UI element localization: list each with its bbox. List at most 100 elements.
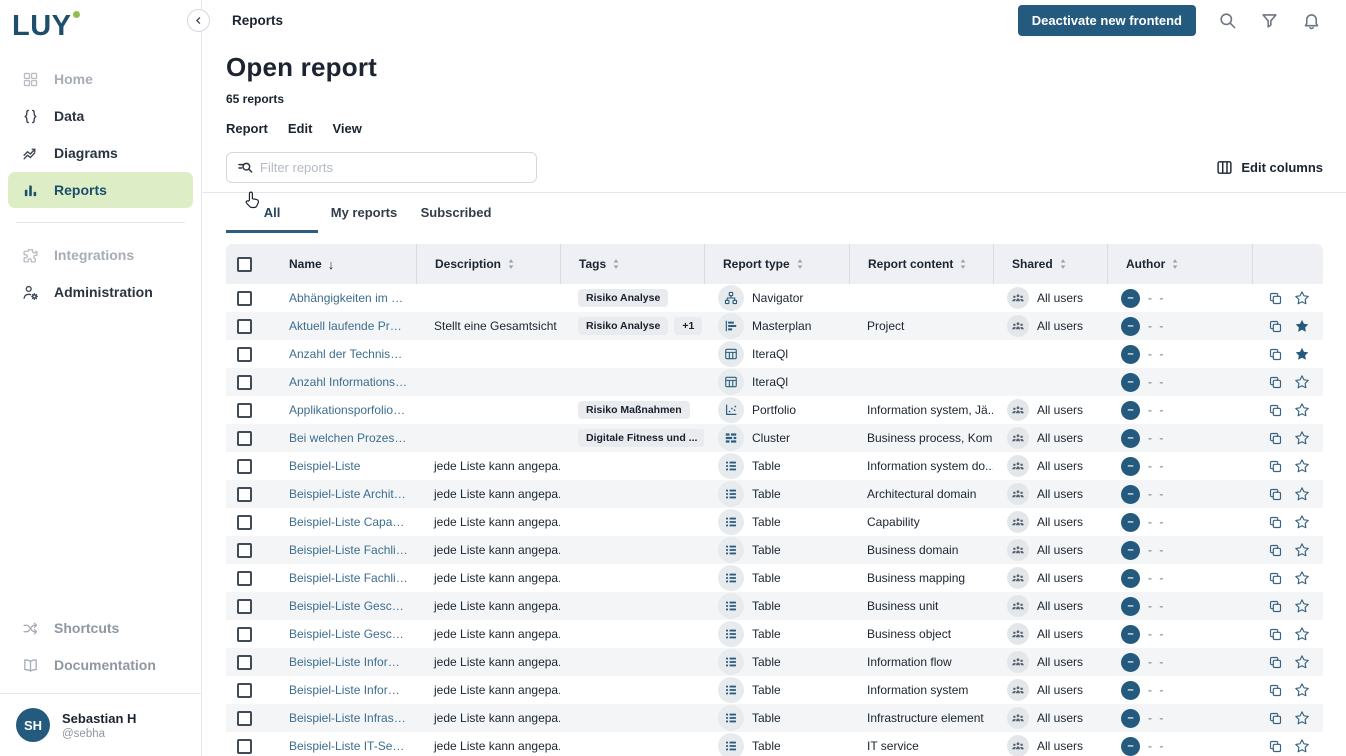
report-name-link[interactable]: Beispiel-Liste Infrastru... [289, 711, 408, 725]
search-icon[interactable] [1218, 10, 1238, 30]
copy-report-button[interactable] [1268, 627, 1283, 642]
filter-reports-input[interactable] [260, 160, 526, 175]
sidebar-item-administration[interactable]: Administration [8, 274, 193, 310]
report-name-link[interactable]: Anzahl Informationssy... [289, 375, 408, 389]
favorite-star-button[interactable] [1294, 486, 1310, 502]
report-name-link[interactable]: Applikationsporfolio Ü... [289, 403, 408, 417]
row-checkbox[interactable] [237, 599, 252, 614]
favorite-star-button[interactable] [1294, 514, 1310, 530]
favorite-star-button[interactable] [1294, 542, 1310, 558]
administration-icon [20, 282, 40, 302]
user-card[interactable]: SH Sebastian H @sebha [0, 693, 201, 756]
sidebar-item-home[interactable]: Home [8, 61, 193, 97]
column-header-report-content[interactable]: Report content [849, 244, 993, 284]
report-name-link[interactable]: Beispiel-Liste [289, 459, 360, 473]
favorite-star-button[interactable] [1294, 626, 1310, 642]
column-header-name[interactable]: Name↓ [271, 244, 416, 284]
report-name-link[interactable]: Abhängigkeiten im Kon... [289, 291, 408, 305]
menu-edit[interactable]: Edit [288, 121, 313, 136]
report-name-link[interactable]: Anzahl der Technische... [289, 347, 408, 361]
copy-report-button[interactable] [1268, 375, 1283, 390]
edit-columns-button[interactable]: Edit columns [1216, 159, 1323, 176]
row-checkbox[interactable] [237, 347, 252, 362]
copy-report-button[interactable] [1268, 739, 1283, 754]
tab-all[interactable]: All [226, 193, 318, 233]
row-checkbox[interactable] [237, 571, 252, 586]
favorite-star-button[interactable] [1294, 738, 1310, 754]
copy-report-button[interactable] [1268, 291, 1283, 306]
report-name-link[interactable]: Beispiel-Liste Geschäft... [289, 599, 408, 613]
sidebar-item-reports[interactable]: Reports [8, 172, 193, 208]
favorite-star-button[interactable] [1294, 430, 1310, 446]
report-name-link[interactable]: Beispiel-Liste Capability [289, 515, 408, 529]
sidebar-item-integrations[interactable]: Integrations [8, 237, 193, 273]
column-header-shared[interactable]: Shared [993, 244, 1107, 284]
favorite-star-button[interactable] [1294, 654, 1310, 670]
report-name-link[interactable]: Bei welchen Prozessen... [289, 431, 408, 445]
copy-report-button[interactable] [1268, 683, 1283, 698]
favorite-star-button[interactable] [1294, 374, 1310, 390]
report-name-link[interactable]: Beispiel-Liste Geschäft... [289, 627, 408, 641]
copy-report-button[interactable] [1268, 459, 1283, 474]
copy-report-button[interactable] [1268, 347, 1283, 362]
copy-report-button[interactable] [1268, 599, 1283, 614]
copy-report-button[interactable] [1268, 711, 1283, 726]
row-checkbox[interactable] [237, 319, 252, 334]
favorite-star-button[interactable] [1294, 682, 1310, 698]
filter-icon[interactable] [1260, 10, 1280, 30]
favorite-star-button[interactable] [1294, 710, 1310, 726]
row-checkbox[interactable] [237, 683, 252, 698]
column-header-description[interactable]: Description [416, 244, 560, 284]
report-name-link[interactable]: Beispiel-Liste Fachlich... [289, 571, 408, 585]
tab-my-reports[interactable]: My reports [318, 193, 410, 233]
report-name-link[interactable]: Beispiel-Liste Fachlich... [289, 543, 408, 557]
copy-report-button[interactable] [1268, 319, 1283, 334]
row-checkbox[interactable] [237, 375, 252, 390]
row-checkbox[interactable] [237, 487, 252, 502]
favorite-star-button[interactable] [1294, 318, 1310, 334]
copy-report-button[interactable] [1268, 543, 1283, 558]
row-checkbox[interactable] [237, 543, 252, 558]
copy-report-button[interactable] [1268, 515, 1283, 530]
row-checkbox[interactable] [237, 655, 252, 670]
row-checkbox[interactable] [237, 403, 252, 418]
report-name-link[interactable]: Beispiel-Liste Informati... [289, 683, 408, 697]
row-checkbox[interactable] [237, 627, 252, 642]
notifications-bell-icon[interactable] [1302, 10, 1322, 30]
row-checkbox[interactable] [237, 711, 252, 726]
favorite-star-button[interactable] [1294, 402, 1310, 418]
row-checkbox[interactable] [237, 515, 252, 530]
sidebar-item-documentation[interactable]: Documentation [8, 647, 193, 683]
favorite-star-button[interactable] [1294, 290, 1310, 306]
menu-report[interactable]: Report [226, 121, 268, 136]
menu-view[interactable]: View [332, 121, 361, 136]
sidebar-item-data[interactable]: Data [8, 98, 193, 134]
copy-report-button[interactable] [1268, 487, 1283, 502]
sidebar-item-diagrams[interactable]: Diagrams [8, 135, 193, 171]
deactivate-frontend-button[interactable]: Deactivate new frontend [1018, 5, 1196, 36]
favorite-star-button[interactable] [1294, 598, 1310, 614]
select-all-header[interactable] [226, 244, 271, 284]
report-name-link[interactable]: Beispiel-Liste Architekt... [289, 487, 408, 501]
column-header-report-type[interactable]: Report type [704, 244, 849, 284]
row-checkbox[interactable] [237, 291, 252, 306]
sidebar-collapse-button[interactable] [187, 9, 210, 32]
favorite-star-button[interactable] [1294, 570, 1310, 586]
copy-report-button[interactable] [1268, 655, 1283, 670]
tab-subscribed[interactable]: Subscribed [410, 193, 502, 233]
row-checkbox[interactable] [237, 459, 252, 474]
report-name-link[interactable]: Aktuell laufende Projek... [289, 319, 408, 333]
row-checkbox[interactable] [237, 431, 252, 446]
favorite-star-button[interactable] [1294, 458, 1310, 474]
report-name-link[interactable]: Beispiel-Liste Informati... [289, 655, 408, 669]
column-header-tags[interactable]: Tags [560, 244, 704, 284]
copy-report-button[interactable] [1268, 571, 1283, 586]
copy-report-button[interactable] [1268, 431, 1283, 446]
column-header-author[interactable]: Author [1107, 244, 1252, 284]
report-name-link[interactable]: Beispiel-Liste IT-Servic... [289, 739, 408, 753]
sidebar-item-shortcuts[interactable]: Shortcuts [8, 610, 193, 646]
select-all-checkbox[interactable] [237, 257, 252, 272]
favorite-star-button[interactable] [1294, 346, 1310, 362]
row-checkbox[interactable] [237, 739, 252, 754]
copy-report-button[interactable] [1268, 403, 1283, 418]
